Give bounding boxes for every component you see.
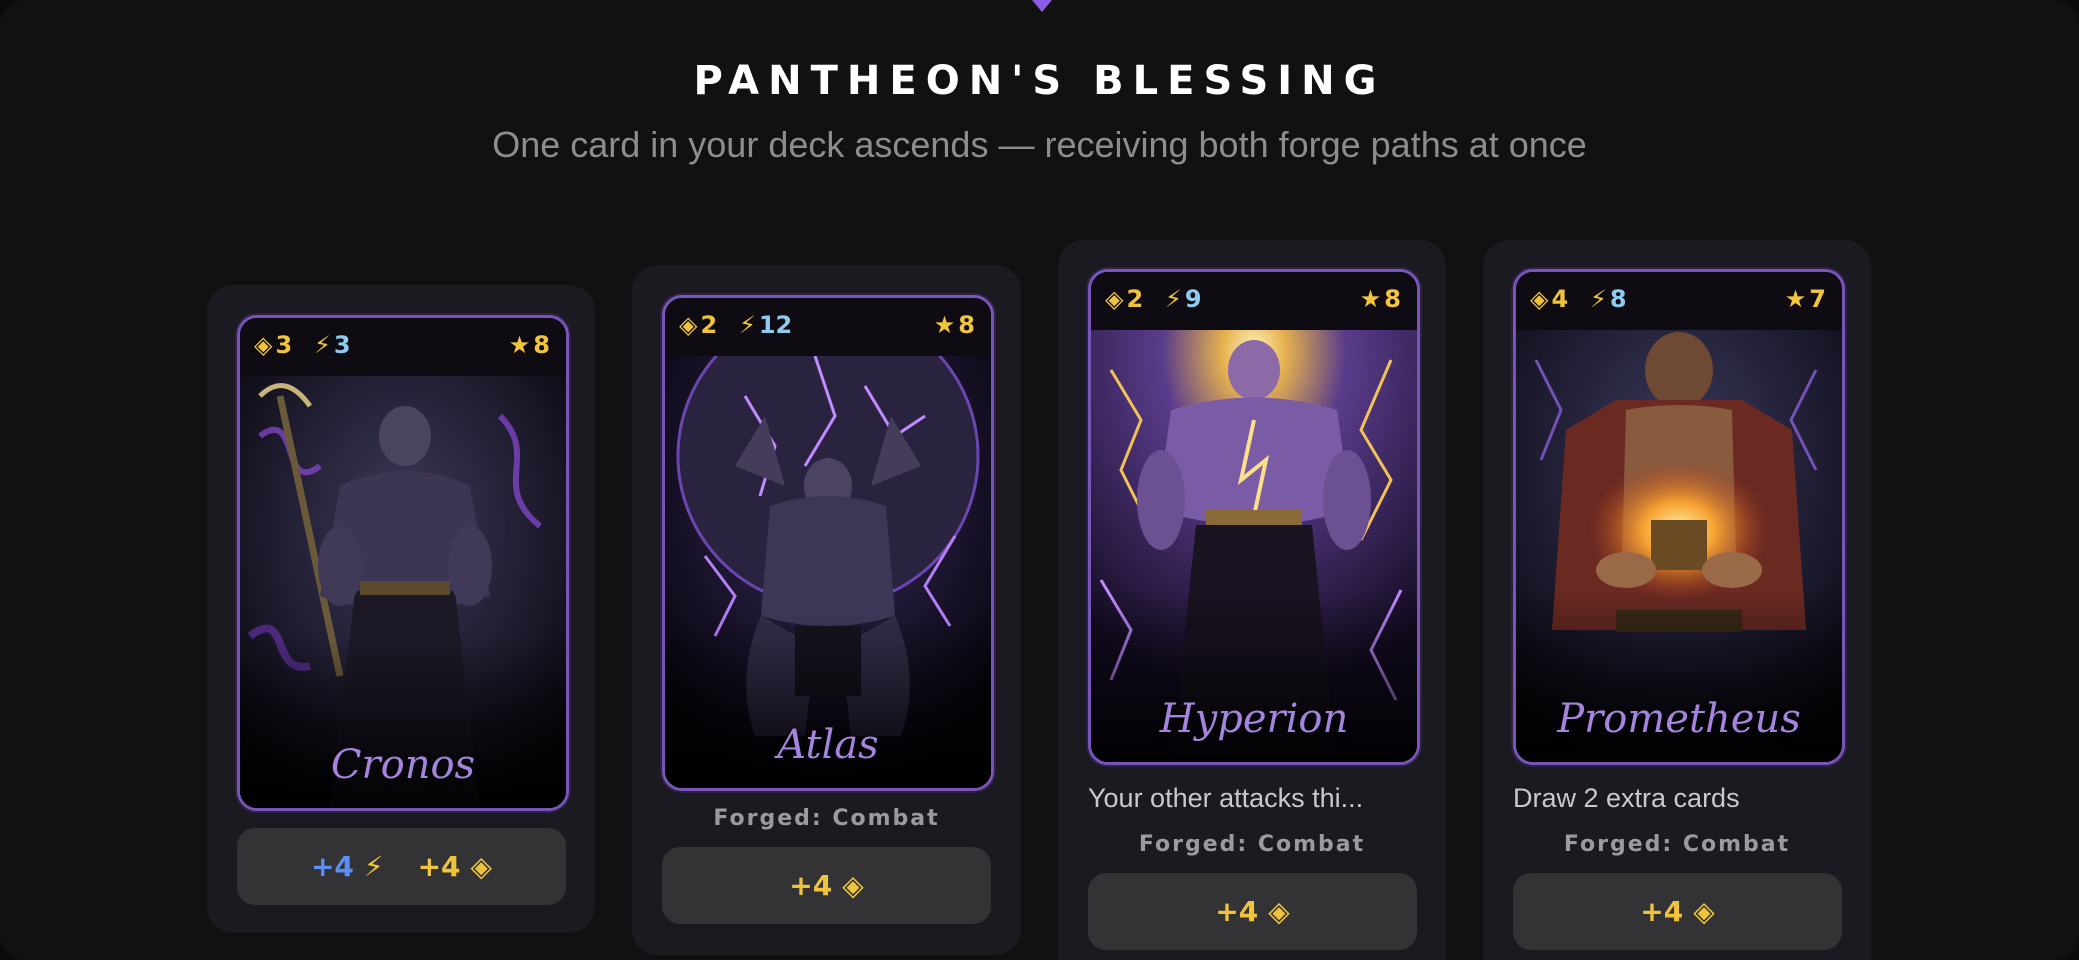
cost-gem-icon: ◈ xyxy=(1693,895,1715,928)
cost-stat: ◈ 4 xyxy=(1530,285,1569,313)
card-hyperion[interactable]: ◈ 2 ⚡ 9 ★ 8 Hyperion xyxy=(1088,269,1420,765)
card-name: Atlas xyxy=(777,722,879,768)
power-stat: ⚡ 3 xyxy=(314,331,351,359)
cost-gem-icon: ◈ xyxy=(470,850,493,883)
star-stat: ★ 8 xyxy=(1359,285,1401,313)
star-stat: ★ 7 xyxy=(1784,285,1826,313)
star-stat: ★ 8 xyxy=(508,331,550,359)
power-stat: ⚡ 8 xyxy=(1590,285,1627,313)
cost-gem-icon: ◈ xyxy=(1530,285,1549,313)
card-cronos[interactable]: ◈ 3 ⚡ 3 ★ 8 Cronos xyxy=(237,315,569,811)
lightning-icon: ⚡ xyxy=(1590,285,1607,313)
star-icon: ★ xyxy=(933,311,956,339)
cost-stat: ◈ 2 xyxy=(1105,285,1144,313)
forged-label: Forged: Combat xyxy=(1138,832,1366,857)
card-stats-bar: ◈ 3 ⚡ 3 ★ 8 xyxy=(240,318,566,376)
cost-stat: ◈ 3 xyxy=(254,331,293,359)
page-subtitle: One card in your deck ascends — receivin… xyxy=(492,124,1587,165)
cost-gem-icon: ◈ xyxy=(1268,895,1290,928)
upgrade-button-hyperion[interactable]: +4 ◈ xyxy=(1088,873,1417,950)
card-stats-bar: ◈ 4 ⚡ 8 ★ 7 xyxy=(1516,272,1842,330)
power-stat: ⚡ 12 xyxy=(739,311,793,339)
upgrade-button-cronos[interactable]: +4 ⚡ +4 ◈ xyxy=(237,828,566,905)
power-stat: ⚡ 9 xyxy=(1165,285,1202,313)
card-description: Your other attacks thi... xyxy=(1088,783,1364,813)
cost-gem-icon: ◈ xyxy=(254,331,273,359)
lightning-icon: ⚡ xyxy=(314,331,331,359)
star-icon: ★ xyxy=(1359,285,1382,313)
card-prometheus[interactable]: ◈ 4 ⚡ 8 ★ 7 Prometheus xyxy=(1513,269,1845,765)
caret-down-icon xyxy=(1032,0,1052,12)
upgrade-button-prometheus[interactable]: +4 ◈ xyxy=(1513,873,1842,950)
cost-gem-icon: ◈ xyxy=(842,869,864,902)
card-atlas[interactable]: ◈ 2 ⚡ 12 ★ 8 Atlas xyxy=(662,295,994,791)
card-name: Cronos xyxy=(330,742,476,788)
card-name: Hyperion xyxy=(1159,696,1349,742)
lightning-icon: ⚡ xyxy=(363,850,384,883)
cost-stat: ◈ 2 xyxy=(679,311,718,339)
upgrade-button-atlas[interactable]: +4 ◈ xyxy=(662,847,991,924)
star-icon: ★ xyxy=(1784,285,1807,313)
card-stats-bar: ◈ 2 ⚡ 9 ★ 8 xyxy=(1091,272,1417,330)
card-description: Draw 2 extra cards xyxy=(1513,783,1740,813)
star-icon: ★ xyxy=(508,331,531,359)
page-title: PANTHEON'S BLESSING xyxy=(693,58,1386,104)
forged-label: Forged: Combat xyxy=(713,806,940,831)
forged-label: Forged: Combat xyxy=(1563,832,1791,857)
star-stat: ★ 8 xyxy=(933,311,975,339)
card-stats-bar: ◈ 2 ⚡ 12 ★ 8 xyxy=(665,298,991,356)
cost-gem-icon: ◈ xyxy=(679,311,698,339)
lightning-icon: ⚡ xyxy=(1165,285,1182,313)
cost-gem-icon: ◈ xyxy=(1105,285,1124,313)
card-name: Prometheus xyxy=(1557,696,1801,742)
lightning-icon: ⚡ xyxy=(739,311,756,339)
